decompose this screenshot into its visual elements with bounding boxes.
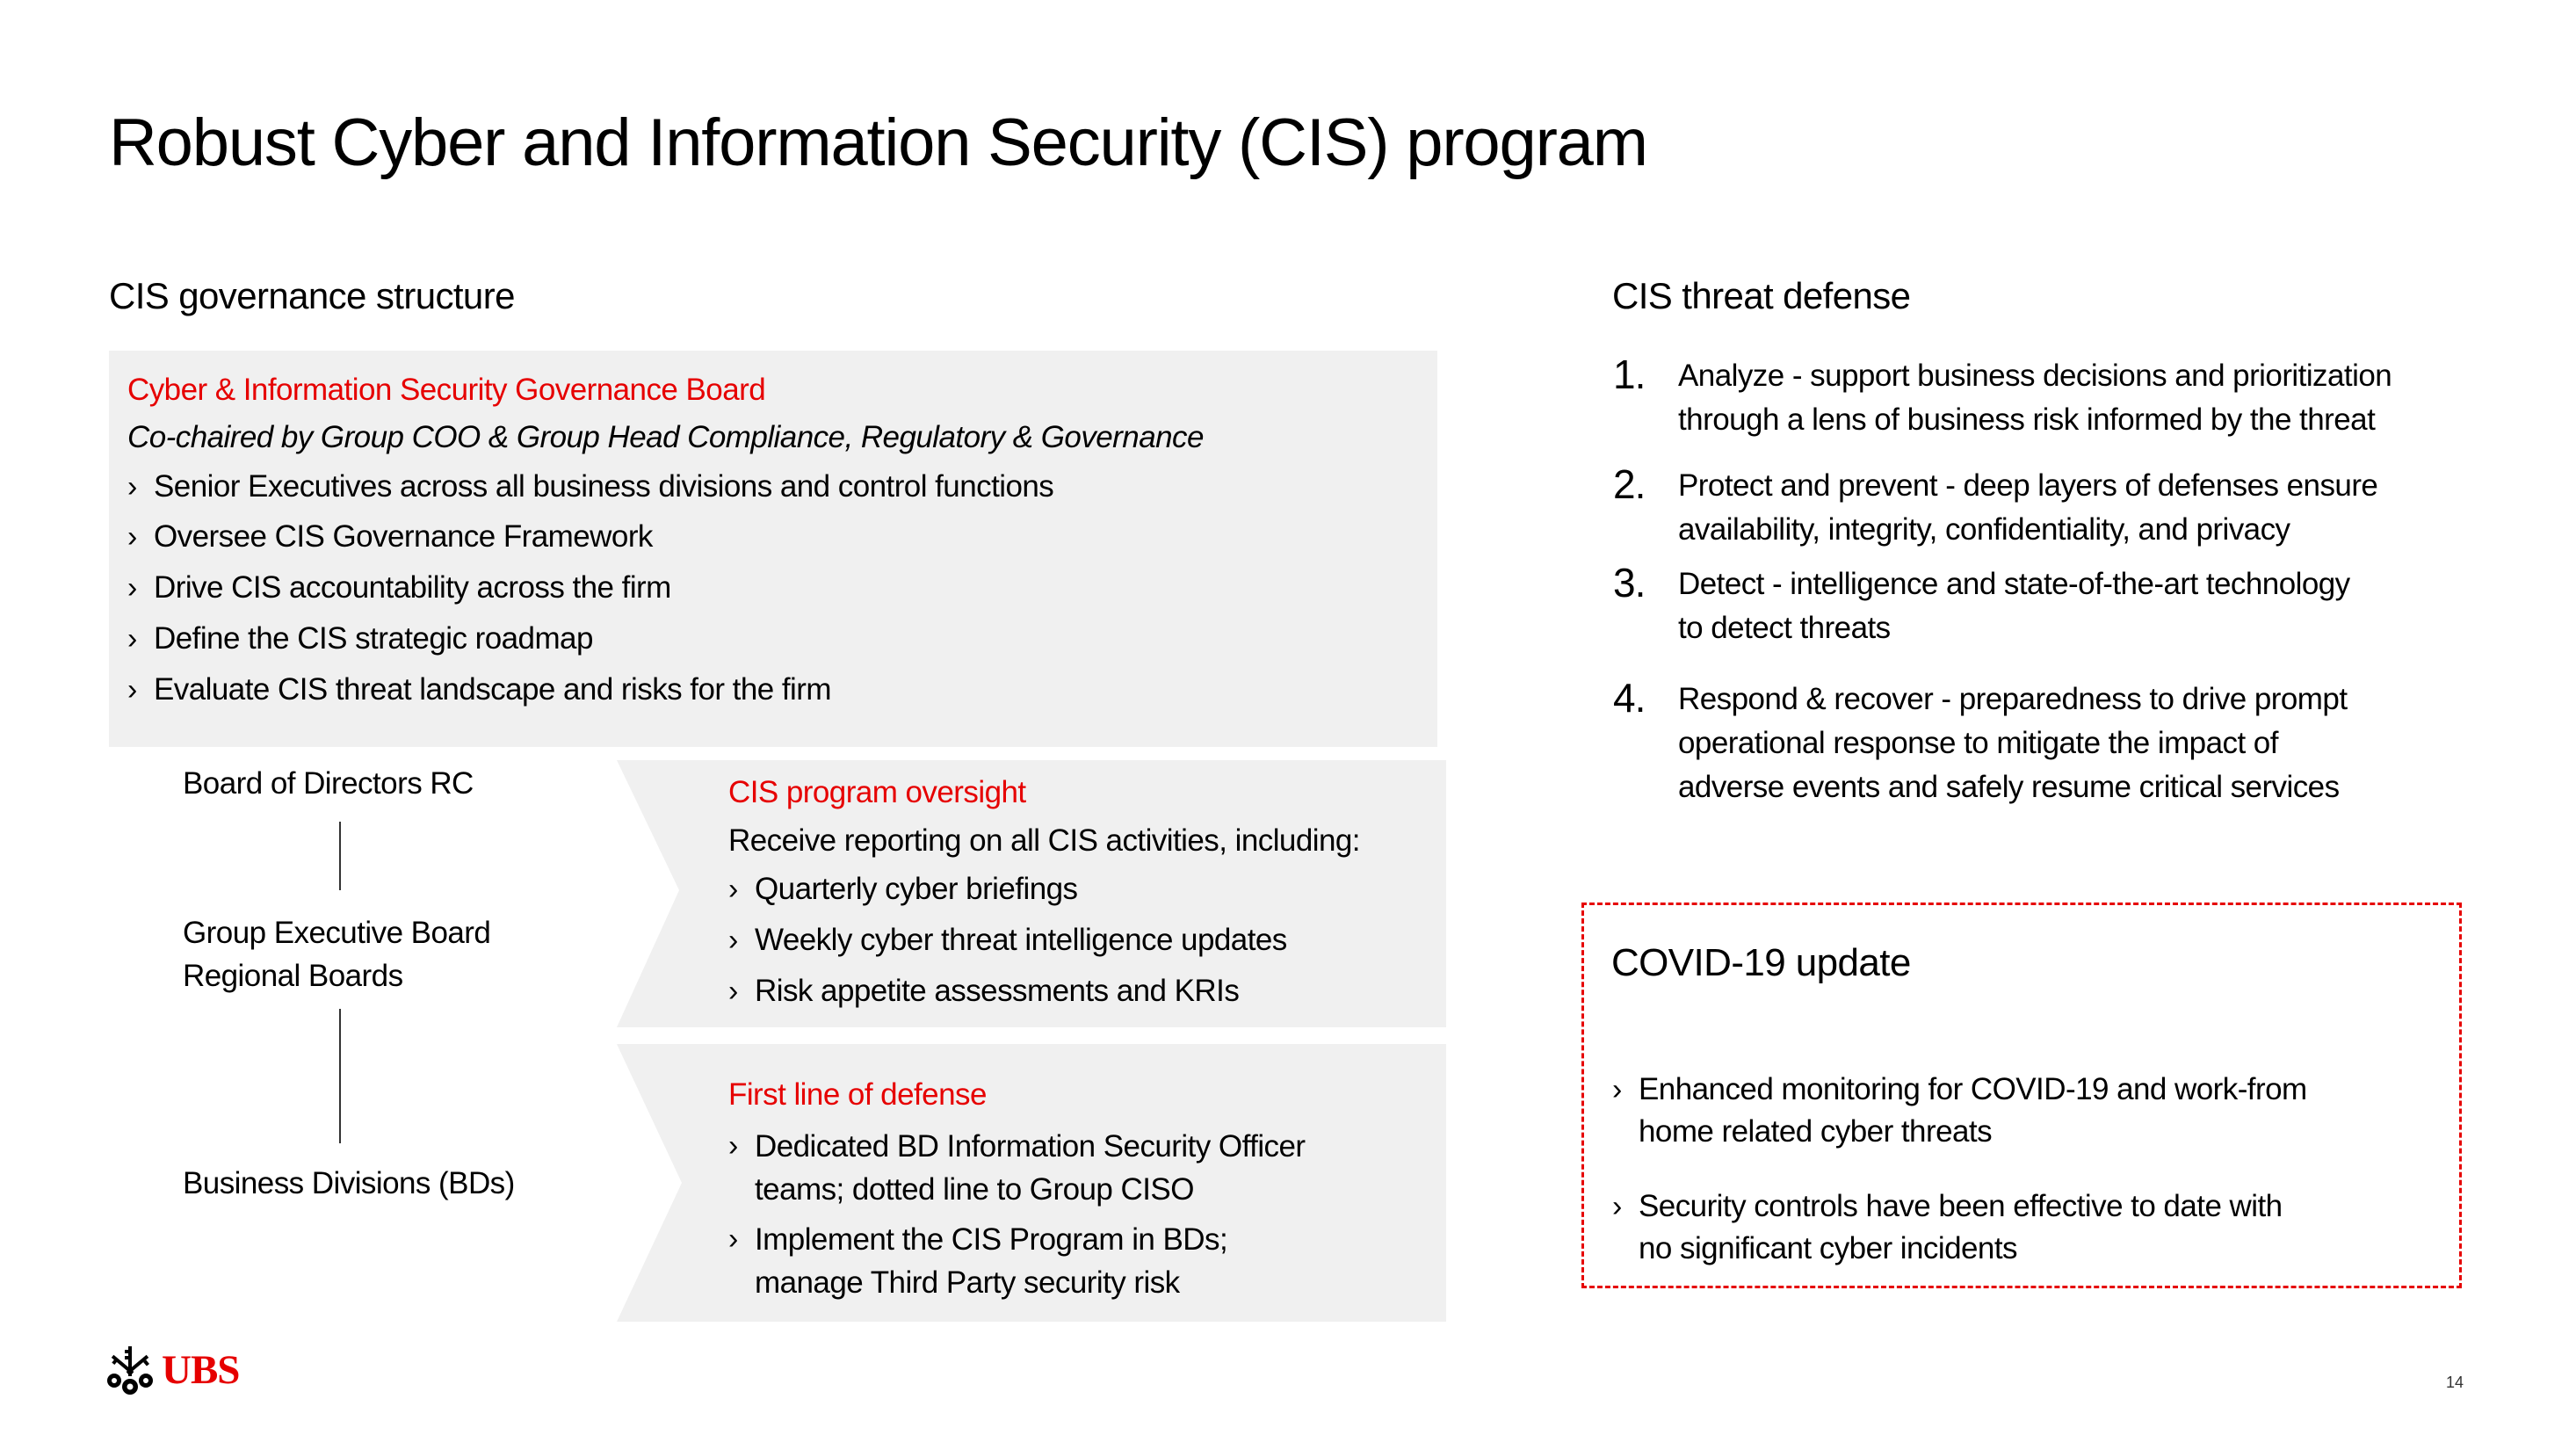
item-number: 3. [1613,560,1646,605]
threat-defense-item: 1. Analyze - support business decisions … [1613,352,2392,442]
ubs-logo: UBS [105,1345,240,1396]
ubs-wordmark: UBS [162,1347,240,1393]
three-keys-icon [107,1346,153,1395]
chevron-right-icon: › [728,924,738,957]
list-item: › Weekly cyber threat intelligence updat… [728,923,1287,957]
first-line-title: First line of defense [728,1077,987,1112]
page-number: 14 [2446,1374,2464,1391]
oversight-intro: Receive reporting on all CIS activities,… [728,823,1361,858]
chevron-right-icon: › [1612,1073,1622,1106]
covid-bullets: › Enhanced monitoring for COVID-19 and w… [1612,1069,2307,1270]
threat-defense-item: 4. Respond & recover - preparedness to d… [1613,676,2348,809]
oversight-bullets: › Quarterly cyber briefings › Weekly cyb… [728,872,1287,1025]
item-number: 2. [1613,461,1646,507]
chevron-right-icon: › [728,1129,738,1163]
list-item: › Implement the CIS Program in BDs; mana… [728,1218,1306,1304]
threat-defense-heading: CIS threat defense [1612,275,1911,316]
threat-defense-item: 2. Protect and prevent - deep layers of … [1613,461,2378,552]
chevron-right-icon: › [1612,1190,1622,1223]
list-item: › Enhanced monitoring for COVID-19 and w… [1612,1069,2307,1153]
item-number: 1. [1613,352,1646,397]
chevron-right-icon: › [728,873,738,906]
first-line-bullets: › Dedicated BD Information Security Offi… [728,1125,1306,1304]
item-number: 4. [1613,675,1646,721]
list-item: › Dedicated BD Information Security Offi… [728,1125,1306,1211]
covid-heading: COVID-19 update [1611,941,1911,984]
threat-defense-item: 3. Detect - intelligence and state-of-th… [1613,561,2350,650]
chevron-right-icon: › [728,975,738,1008]
list-item: › Risk appetite assessments and KRIs [728,974,1240,1008]
list-item: › Quarterly cyber briefings [728,872,1078,906]
chevron-right-icon: › [728,1222,738,1256]
oversight-title: CIS program oversight [728,775,1026,809]
list-item: › Security controls have been effective … [1612,1185,2307,1270]
